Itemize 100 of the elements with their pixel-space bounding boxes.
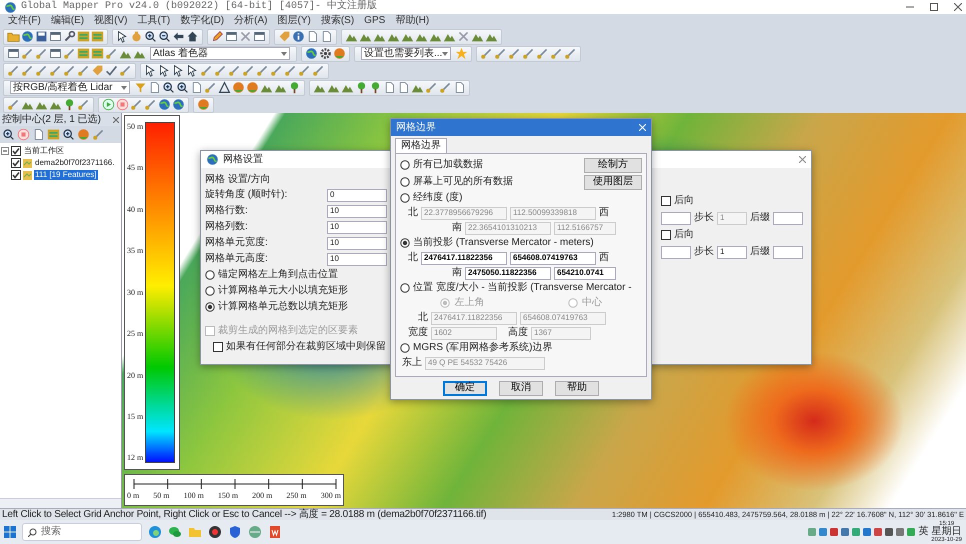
- select-icon[interactable]: [172, 64, 185, 77]
- chat-icon[interactable]: [168, 525, 182, 539]
- input-field[interactable]: 2476417.11822356: [421, 252, 507, 264]
- document-icon[interactable]: [190, 81, 203, 94]
- input-field[interactable]: 10: [327, 204, 387, 218]
- check-icon[interactable]: [105, 64, 118, 77]
- input-method-indicator[interactable]: 英: [918, 526, 928, 538]
- input-field[interactable]: 10: [327, 252, 387, 266]
- brush-icon[interactable]: [536, 47, 549, 60]
- input-field[interactable]: [661, 246, 691, 258]
- document-icon[interactable]: [32, 128, 45, 141]
- layers-icon[interactable]: [91, 47, 104, 60]
- layer-name[interactable]: 当前工作区: [23, 146, 65, 156]
- horizontal-scrollbar[interactable]: [0, 498, 121, 508]
- button[interactable]: 帮助: [555, 380, 599, 396]
- checkbox[interactable]: [213, 342, 223, 352]
- globe-icon[interactable]: [158, 98, 171, 111]
- brush-icon[interactable]: [439, 81, 452, 94]
- dropdown[interactable]: Atlas 着色器: [150, 47, 290, 60]
- folder-icon[interactable]: [7, 30, 20, 43]
- window-icon[interactable]: [7, 47, 20, 60]
- brush-icon[interactable]: [21, 64, 34, 77]
- search-field[interactable]: 搜索: [22, 523, 142, 541]
- layer-name[interactable]: dema2b0f70f2371166.: [34, 158, 116, 168]
- input-field[interactable]: 1: [717, 246, 747, 258]
- brush-icon[interactable]: [77, 98, 90, 111]
- window-icon[interactable]: [225, 30, 238, 43]
- menu-item[interactable]: 数字化(D): [180, 15, 224, 27]
- select-icon[interactable]: [144, 64, 157, 77]
- layers-icon[interactable]: [91, 30, 104, 43]
- zoom-in-icon[interactable]: [144, 30, 157, 43]
- brush-icon[interactable]: [92, 128, 105, 141]
- back-arrow-icon[interactable]: [172, 30, 185, 43]
- select-icon[interactable]: [186, 64, 199, 77]
- gear-icon[interactable]: [319, 47, 332, 60]
- tree-icon[interactable]: [369, 81, 382, 94]
- close-icon[interactable]: [799, 156, 806, 163]
- delete-icon[interactable]: [457, 30, 470, 43]
- checkbox[interactable]: [11, 158, 21, 168]
- zoom-out-icon[interactable]: [158, 30, 171, 43]
- checkbox[interactable]: [661, 196, 671, 206]
- home-icon[interactable]: [186, 30, 199, 43]
- input-field[interactable]: 2475050.11822356: [465, 266, 551, 280]
- brush-icon[interactable]: [49, 64, 62, 77]
- close-icon[interactable]: [113, 116, 119, 122]
- filter-icon[interactable]: [134, 81, 147, 94]
- info-icon[interactable]: [292, 30, 305, 43]
- brush-icon[interactable]: [7, 98, 20, 111]
- select-icon[interactable]: [158, 64, 171, 77]
- brush-icon[interactable]: [508, 47, 521, 60]
- play-icon[interactable]: [102, 98, 115, 111]
- shield-icon[interactable]: [228, 525, 242, 539]
- menu-item[interactable]: GPS: [364, 15, 386, 27]
- menu-item[interactable]: 图层(Y): [277, 15, 311, 27]
- radio-button[interactable]: [205, 302, 215, 312]
- brush-icon[interactable]: [228, 64, 241, 77]
- layers-icon[interactable]: [77, 47, 90, 60]
- document-icon[interactable]: [268, 525, 282, 539]
- brush-icon[interactable]: [564, 47, 577, 60]
- layer-name[interactable]: 111 [19 Features]: [34, 170, 98, 180]
- record-icon[interactable]: [208, 525, 222, 539]
- zoom-in-icon[interactable]: [176, 81, 189, 94]
- sphere-icon[interactable]: [246, 81, 259, 94]
- menu-item[interactable]: 视图(V): [94, 15, 128, 27]
- input-field[interactable]: 654210.0741: [554, 266, 616, 280]
- tag-icon[interactable]: [278, 30, 291, 43]
- brush-icon[interactable]: [214, 64, 227, 77]
- zoom-in-icon[interactable]: [162, 81, 175, 94]
- brush-icon[interactable]: [242, 64, 255, 77]
- brush-icon[interactable]: [119, 64, 132, 77]
- brush-icon[interactable]: [550, 47, 563, 60]
- brush-icon[interactable]: [256, 64, 269, 77]
- checkbox[interactable]: [11, 146, 21, 156]
- menu-item[interactable]: 搜索(S): [320, 15, 354, 27]
- tree-icon[interactable]: [355, 81, 368, 94]
- select-icon[interactable]: [116, 30, 129, 43]
- window-icon[interactable]: [49, 30, 62, 43]
- globe-icon[interactable]: [248, 525, 262, 539]
- tree-icon[interactable]: [63, 98, 76, 111]
- button[interactable]: 取消: [499, 380, 543, 396]
- expander-icon[interactable]: [1, 147, 9, 155]
- stop-icon[interactable]: [116, 98, 129, 111]
- dropdown[interactable]: 按RGB/高程着色 Lidar: [10, 81, 130, 94]
- brush-icon[interactable]: [35, 64, 48, 77]
- brush-icon[interactable]: [270, 64, 283, 77]
- menu-item[interactable]: 文件(F): [8, 15, 41, 27]
- dropdown[interactable]: 设置也需要列表...: [361, 47, 451, 60]
- tab[interactable]: 网格边界: [395, 138, 447, 153]
- radio-button[interactable]: [400, 238, 410, 248]
- brush-icon[interactable]: [480, 47, 493, 60]
- checkbox[interactable]: [11, 170, 21, 180]
- button[interactable]: 绘制方: [584, 158, 642, 172]
- document-icon[interactable]: [320, 30, 333, 43]
- brush-icon[interactable]: [63, 64, 76, 77]
- close-icon[interactable]: [954, 3, 962, 11]
- input-field[interactable]: 654608.07419763: [510, 252, 596, 264]
- input-field[interactable]: [773, 246, 803, 258]
- brush-icon[interactable]: [284, 64, 297, 77]
- delete-icon[interactable]: [239, 30, 252, 43]
- triangle-icon[interactable]: [218, 81, 231, 94]
